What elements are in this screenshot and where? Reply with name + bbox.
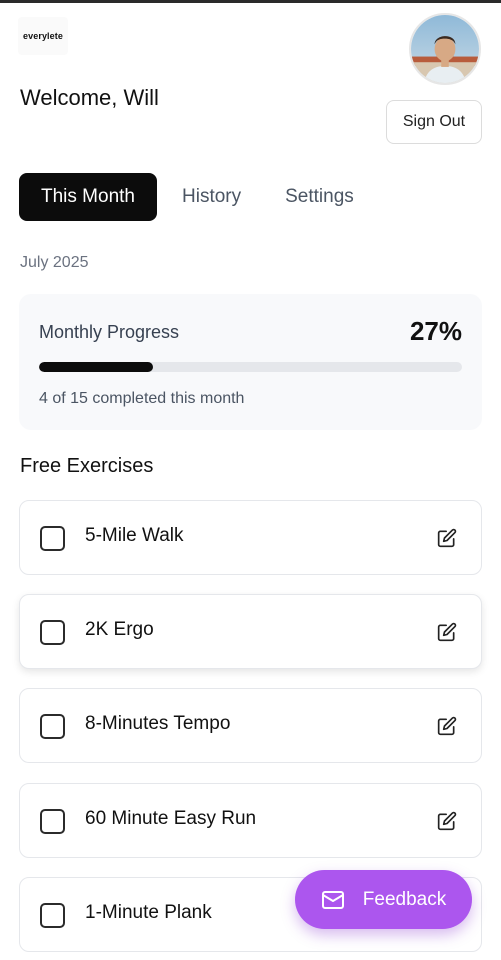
exercise-card[interactable]: 2K Ergo <box>19 594 482 669</box>
mail-icon <box>321 890 344 909</box>
welcome-heading: Welcome, Will <box>20 85 159 110</box>
exercise-card[interactable]: 5-Mile Walk <box>19 500 482 575</box>
progress-bar-fill <box>39 362 154 372</box>
exercise-checkbox[interactable] <box>40 903 65 928</box>
progress-bar <box>39 362 462 372</box>
feedback-button[interactable]: Feedback <box>295 870 472 929</box>
progress-title: Monthly Progress <box>39 322 180 342</box>
top-status-line <box>0 0 501 3</box>
edit-icon[interactable] <box>437 716 457 736</box>
exercise-name: 1-Minute Plank <box>85 902 212 923</box>
exercise-name: 60 Minute Easy Run <box>85 808 257 829</box>
logo-text: everylete <box>23 31 63 41</box>
exercise-checkbox[interactable] <box>40 809 65 834</box>
exercise-card[interactable]: 60 Minute Easy Run <box>19 783 482 858</box>
exercise-name: 2K Ergo <box>85 619 154 640</box>
edit-icon[interactable] <box>437 811 457 831</box>
app-logo[interactable]: everylete <box>18 17 68 55</box>
exercise-checkbox[interactable] <box>40 714 65 739</box>
edit-icon[interactable] <box>437 528 457 548</box>
tab-settings[interactable]: Settings <box>267 173 372 221</box>
exercise-name: 8-Minutes Tempo <box>85 713 231 734</box>
current-month-label: July 2025 <box>20 254 89 271</box>
monthly-progress-card: Monthly Progress 27% 4 of 15 completed t… <box>19 294 482 430</box>
progress-percent: 27% <box>409 316 462 346</box>
tab-this-month[interactable]: This Month <box>19 173 157 221</box>
exercise-name: 5-Mile Walk <box>85 525 184 546</box>
sign-out-button[interactable]: Sign Out <box>386 100 482 144</box>
exercise-card[interactable]: 8-Minutes Tempo <box>19 688 482 763</box>
user-avatar-icon <box>411 15 479 83</box>
progress-completed-text: 4 of 15 completed this month <box>39 390 245 407</box>
feedback-label: Feedback <box>362 888 447 910</box>
free-exercises-title: Free Exercises <box>20 455 154 477</box>
exercise-checkbox[interactable] <box>40 620 65 645</box>
edit-icon[interactable] <box>437 622 457 642</box>
tab-bar: This Month History Settings <box>19 173 372 221</box>
exercise-checkbox[interactable] <box>40 526 65 551</box>
tab-history[interactable]: History <box>164 173 259 221</box>
avatar[interactable] <box>409 13 481 85</box>
